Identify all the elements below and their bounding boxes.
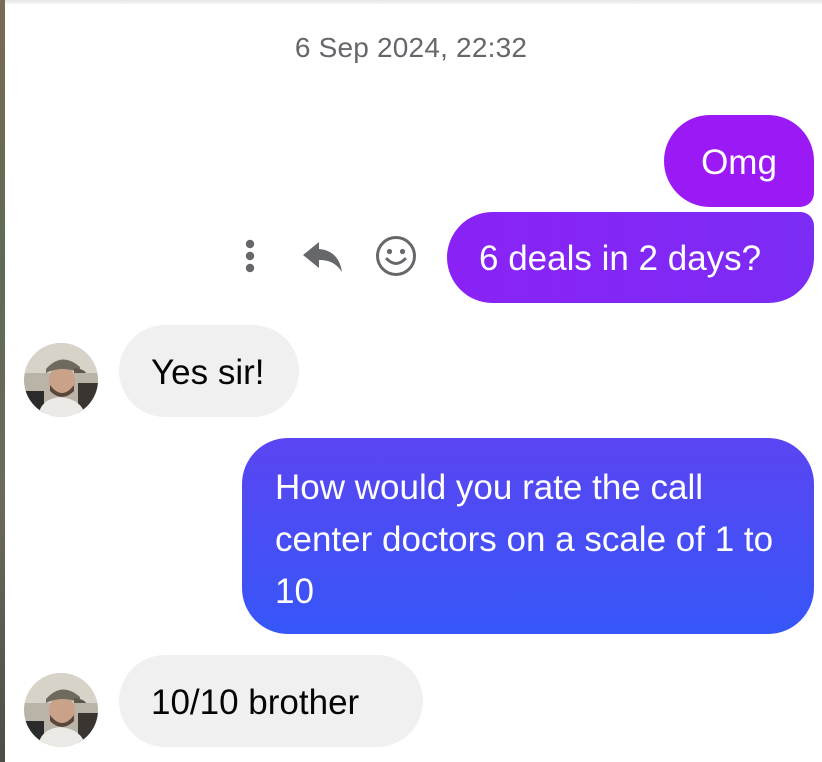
header-divider <box>5 0 822 4</box>
contact-avatar[interactable] <box>24 673 98 747</box>
outgoing-message[interactable]: 6 deals in 2 days? <box>447 212 814 303</box>
message-timestamp: 6 Sep 2024, 22:32 <box>294 32 528 63</box>
contact-avatar[interactable] <box>24 343 98 417</box>
avatar-image <box>24 673 98 747</box>
avatar-image <box>24 343 98 417</box>
more-options-button[interactable] <box>228 232 272 280</box>
more-vertical-icon <box>245 239 255 273</box>
reply-icon <box>303 242 342 272</box>
reply-button[interactable] <box>301 232 345 280</box>
outgoing-message[interactable]: How would you rate the call center docto… <box>242 438 814 634</box>
outgoing-message[interactable]: Omg <box>664 115 814 207</box>
react-button[interactable] <box>374 232 418 280</box>
incoming-message[interactable]: Yes sir! <box>119 325 299 417</box>
smiley-icon <box>376 236 416 276</box>
background-edge <box>0 0 5 762</box>
incoming-message[interactable]: 10/10 brother <box>119 655 423 747</box>
